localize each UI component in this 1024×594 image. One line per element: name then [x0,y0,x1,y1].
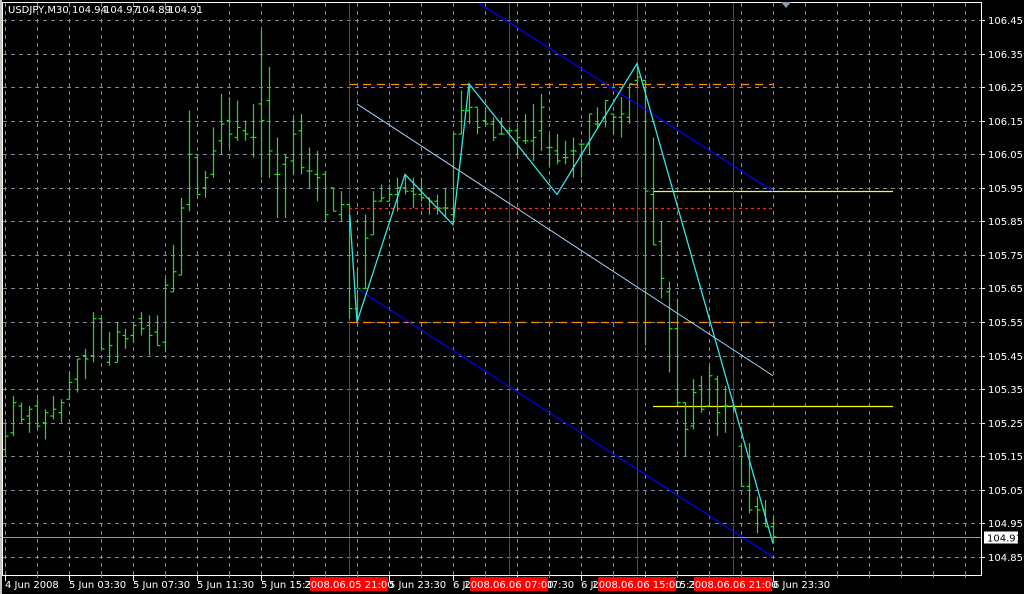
price-tick-label: 106.05 [988,150,1023,161]
time-tick-label: 5 Jun 07:30 [133,580,190,591]
time-tick-label: 5 Jun 11:30 [197,580,254,591]
price-tick-label: 105.15 [988,452,1023,463]
time-tick-label: 5 Jun 23:30 [389,580,446,591]
marker-time-label: 2008.06.06 21:00 [688,580,777,591]
marker-time-label: 2008.06.06 15:00 [592,580,681,591]
header-info: USDJPY,M30 104.94 104.97 104.89 104.91 [8,5,203,16]
price-tick-label: 106.15 [988,117,1023,128]
price-tick-label: 105.05 [988,486,1023,497]
price-tick-label: 105.45 [988,352,1023,363]
ohlc-close: 104.91 [168,5,203,16]
marker-time-label: 2008.06.05 21:00 [304,580,393,591]
symbol-timeframe: USDJPY,M30 [8,5,69,16]
price-tick-label: 106.35 [988,50,1023,61]
ohlc-low: 104.89 [136,5,171,16]
chart-background [0,0,1024,594]
ohlc-open: 104.94 [72,5,107,16]
price-tick-label: 105.55 [988,318,1023,329]
price-tick-label: 106.25 [988,83,1023,94]
price-tick-label: 105.65 [988,284,1023,295]
price-tick-label: 105.35 [988,385,1023,396]
price-tick-label: 104.85 [988,553,1023,564]
price-tick-label: 105.75 [988,251,1023,262]
price-tick-label: 105.95 [988,184,1023,195]
marker-time-label: 2008.06.06 07:00 [464,580,553,591]
price-tick-label: 105.25 [988,419,1023,430]
time-tick-label: 4 Jun 2008 [5,580,59,591]
price-tick-label: 104.95 [988,519,1023,530]
price-tick-label: 106.45 [988,16,1023,27]
current-price-box: 104.91 [984,531,1022,545]
time-tick-label: 6 Jun 23:30 [773,580,830,591]
price-tick-label: 105.85 [988,217,1023,228]
current-price-label: 104.91 [987,534,1022,545]
price-chart[interactable]: 106.45 106.35 106.25 106.15 106.05 105.95 105.… [0,0,1024,594]
time-tick-label: 5 Jun 03:30 [69,580,126,591]
ohlc-high: 104.97 [104,5,139,16]
